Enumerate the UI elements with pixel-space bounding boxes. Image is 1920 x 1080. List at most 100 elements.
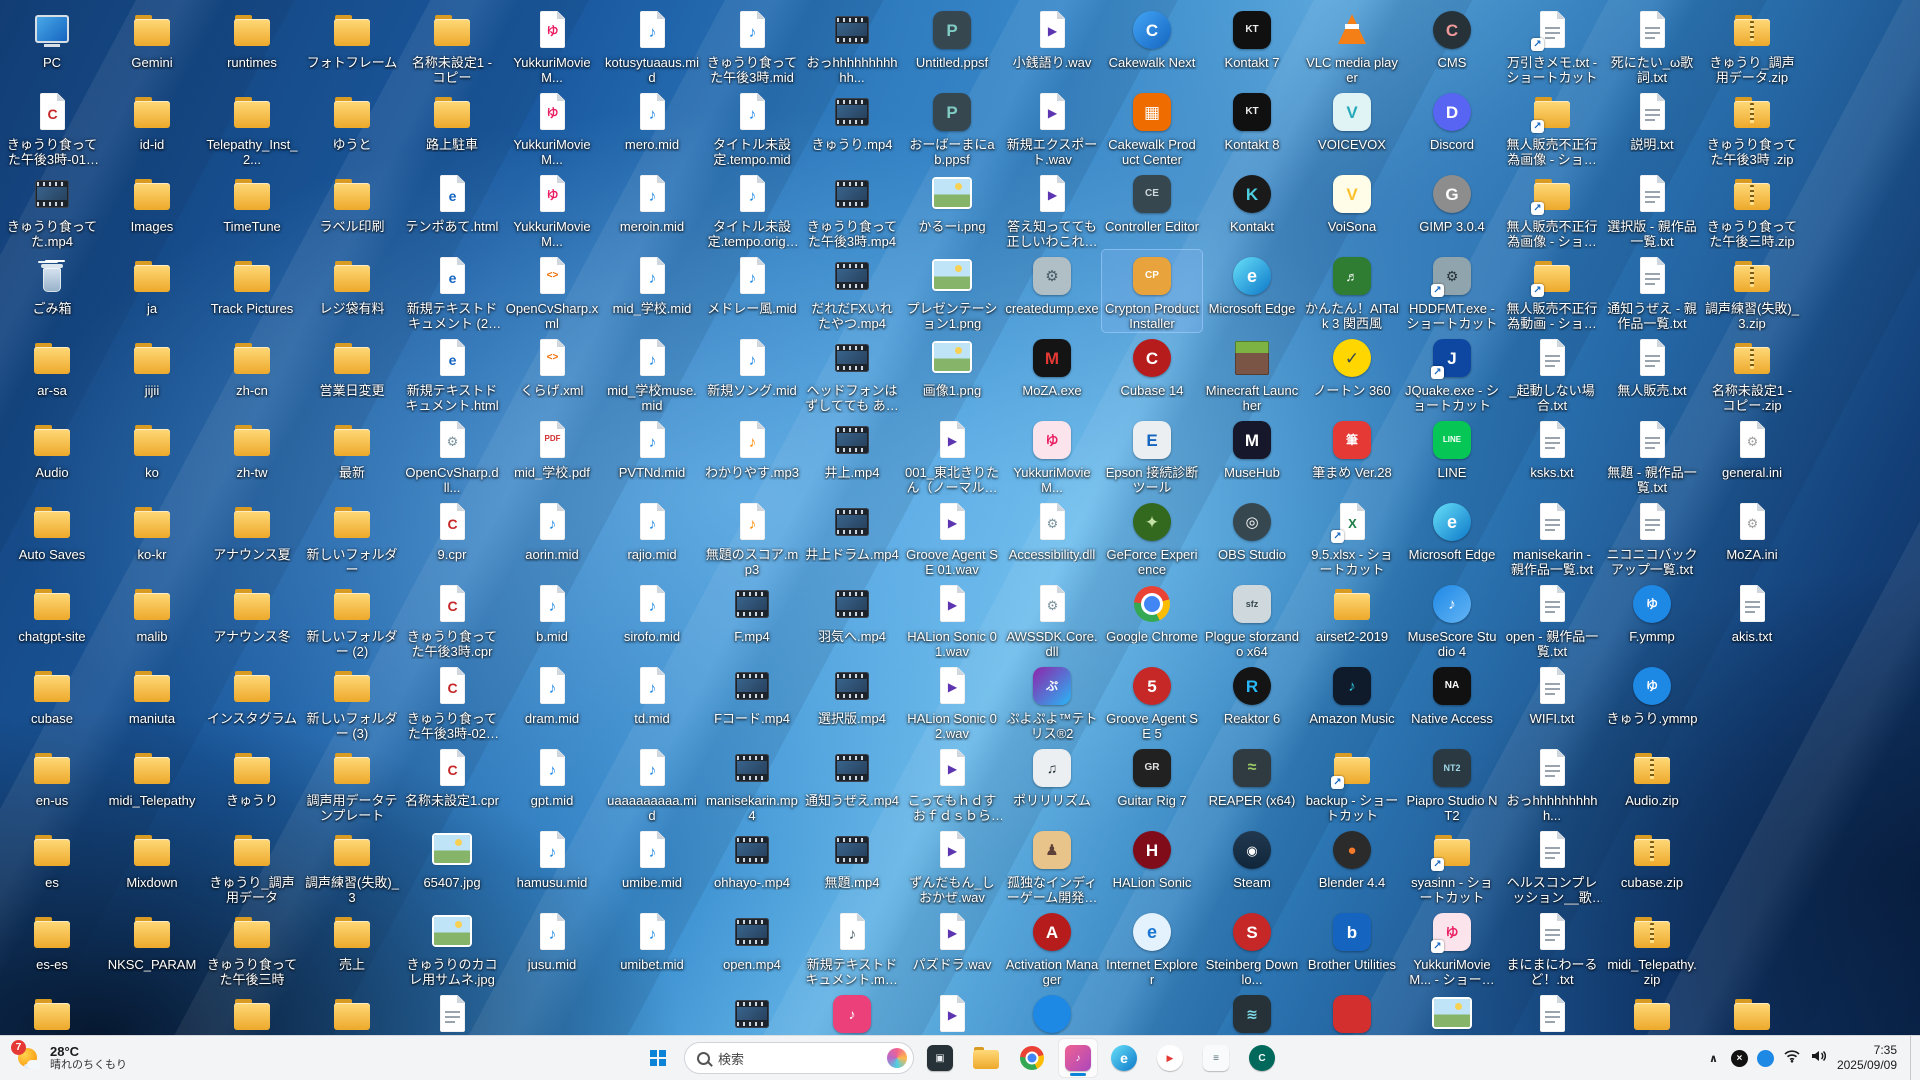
desktop-icon[interactable]: open - 親作品一覧.txt — [1502, 578, 1602, 660]
desktop-icon[interactable]: Telepathy_Inst_2... — [202, 86, 302, 168]
desktop-icon[interactable]: ゆうと — [302, 86, 402, 168]
desktop-icon[interactable]: runtimes — [202, 4, 302, 86]
desktop-icon[interactable]: 路上駐車 — [402, 86, 502, 168]
desktop-icon[interactable]: ♪ jusu.mid — [502, 906, 602, 988]
desktop-icon[interactable] — [402, 988, 502, 1036]
desktop-icon[interactable]: midi_Telepathy.zip — [1602, 906, 1702, 988]
desktop-icon[interactable]: cubase.zip — [1602, 824, 1702, 906]
desktop-icon[interactable]: だれだFXいれたやつ.mp4 — [802, 250, 902, 332]
desktop-icon[interactable]: ♪ Amazon Music — [1302, 660, 1402, 742]
desktop-icon[interactable]: ゆきゅうり.ymmp — [1602, 660, 1702, 742]
desktop-icon[interactable] — [1002, 988, 1102, 1036]
taskbar-app-edge[interactable]: e — [1104, 1038, 1144, 1078]
desktop-icon[interactable]: airset2-2019 — [1302, 578, 1402, 660]
desktop-icon[interactable]: レジ袋有料 — [302, 250, 402, 332]
desktop-icon[interactable]: ぷぷよぷよ™テトリス®2 — [1002, 660, 1102, 742]
desktop-icon[interactable]: ♪ mid_学校.mid — [602, 250, 702, 332]
desktop-icon[interactable]: sfz Plogue sforzando x64 — [1202, 578, 1302, 660]
desktop-icon[interactable]: Cきゅうり食ってた午後3時-02.cpr — [402, 660, 502, 742]
desktop-icon[interactable]: ▶ HALion Sonic 02.wav — [902, 660, 1002, 742]
desktop-icon[interactable]: en-us — [2, 742, 102, 824]
tray-app-2[interactable] — [1756, 1049, 1774, 1067]
desktop-icon[interactable]: フォトフレーム — [302, 4, 402, 86]
desktop-icon[interactable]: ♪ aorin.mid — [502, 496, 602, 578]
desktop-icon[interactable]: Images — [102, 168, 202, 250]
desktop-icon[interactable]: ko — [102, 414, 202, 496]
desktop-icon[interactable]: ♪ gpt.mid — [502, 742, 602, 824]
desktop-icon[interactable]: ♪ meroin.mid — [602, 168, 702, 250]
desktop-icon[interactable]: ♪ td.mid — [602, 660, 702, 742]
desktop-icon[interactable]: WIFI.txt — [1502, 660, 1602, 742]
desktop-icon[interactable]: ✓ ノートン 360 — [1302, 332, 1402, 414]
desktop-icon[interactable]: おっhhhhhhhhhh... — [1502, 742, 1602, 824]
tray-app-1[interactable]: × — [1730, 1049, 1748, 1067]
desktop-icon[interactable]: R Reaktor 6 — [1202, 660, 1302, 742]
desktop-icon[interactable]: ✦ GeForce Experience — [1102, 496, 1202, 578]
desktop-icon[interactable]: きゅうり — [202, 742, 302, 824]
wifi-icon[interactable] — [1783, 1049, 1801, 1068]
desktop-icon[interactable]: V VoiSona — [1302, 168, 1402, 250]
desktop-icon[interactable]: M MuseHub — [1202, 414, 1302, 496]
desktop-icon[interactable]: ▶ 新規エクスポート.wav — [1002, 86, 1102, 168]
desktop-icon[interactable]: e Microsoft Edge — [1202, 250, 1302, 332]
desktop-icon[interactable]: 5 Groove Agent SE 5 — [1102, 660, 1202, 742]
desktop-icon[interactable]: きゅうり食ってた午後3時 .zip — [1702, 86, 1802, 168]
desktop-icon[interactable]: 無人販売.txt — [1602, 332, 1702, 414]
desktop-icon[interactable]: ↗ 万引きメモ.txt - ショートカット — [1502, 4, 1602, 86]
desktop-icon[interactable]: 調声用データテンプレート — [302, 742, 402, 824]
desktop-icon[interactable]: e 新規テキストドキュメント.html — [402, 332, 502, 414]
desktop-icon[interactable]: ♪ umibe.mid — [602, 824, 702, 906]
desktop-icon[interactable] — [202, 988, 302, 1036]
desktop-icon[interactable]: ksks.txt — [1502, 414, 1602, 496]
desktop-icon[interactable]: 65407.jpg — [402, 824, 502, 906]
desktop-icon[interactable] — [2, 988, 102, 1036]
desktop-icon[interactable]: ♪ — [802, 988, 902, 1036]
desktop-icon[interactable]: ↗無人販売不正行為動画 - ショートカット — [1502, 250, 1602, 332]
desktop-icon[interactable]: ⚙ OpenCvSharp.dll... — [402, 414, 502, 496]
desktop-icon[interactable]: ♪ mero.mid — [602, 86, 702, 168]
desktop-icon[interactable]: NT2 Piapro Studio NT2 — [1402, 742, 1502, 824]
desktop-icon[interactable]: きゅうり食ってた午後三時 — [202, 906, 302, 988]
desktop-icon[interactable]: V VOICEVOX — [1302, 86, 1402, 168]
desktop-icon[interactable]: ⚙ MoZA.ini — [1702, 496, 1802, 578]
desktop-icon[interactable]: ⚙ ↗ HDDFMT.exe - ショートカット — [1402, 250, 1502, 332]
desktop-icon[interactable]: ゆ YukkuriMovieM... — [502, 4, 602, 86]
desktop-icon[interactable]: C 9.cpr — [402, 496, 502, 578]
desktop-icon[interactable]: ▶ ずんだもん_しおかぜ.wav — [902, 824, 1002, 906]
desktop-icon[interactable]: zh-cn — [202, 332, 302, 414]
desktop-icon[interactable]: zh-tw — [202, 414, 302, 496]
taskbar-app-media-player[interactable]: ▶ — [1150, 1038, 1190, 1078]
desktop-icon[interactable]: es — [2, 824, 102, 906]
desktop-icon[interactable]: 営業日変更 — [302, 332, 402, 414]
desktop-icon[interactable]: C きゅうり食ってた午後3時.cpr — [402, 578, 502, 660]
desktop-icon[interactable]: P おーばーまにab.ppsf — [902, 86, 1002, 168]
taskbar-app-chrome[interactable] — [1012, 1038, 1052, 1078]
desktop-icon[interactable]: ♬ かんたん！AITalk 3 関西風 — [1302, 250, 1402, 332]
desktop-icon[interactable]: b Brother Utilities — [1302, 906, 1402, 988]
desktop-icon[interactable]: id-id — [102, 86, 202, 168]
desktop-icon[interactable]: ↗ backup - ショートカット — [1302, 742, 1402, 824]
desktop-icon[interactable]: ko-kr — [102, 496, 202, 578]
desktop-icon[interactable]: _起動しない場合.txt — [1502, 332, 1602, 414]
desktop-icon[interactable]: Google Chrome — [1102, 578, 1202, 660]
desktop-icon[interactable]: es-es — [2, 906, 102, 988]
desktop-icon[interactable]: ◎ OBS Studio — [1202, 496, 1302, 578]
desktop-icon[interactable]: G GIMP 3.0.4 — [1402, 168, 1502, 250]
desktop-icon[interactable]: ヘルスコンプレッション__歌詞.txt — [1502, 824, 1602, 906]
desktop-icon[interactable]: 新しいフォルダー (3) — [302, 660, 402, 742]
desktop-icon[interactable]: アナウンス冬 — [202, 578, 302, 660]
desktop-icon[interactable]: GR Guitar Rig 7 — [1102, 742, 1202, 824]
desktop-icon[interactable]: ▶001_東北きりたん（ノーマル）_今しゃ... — [902, 414, 1002, 496]
desktop-icon[interactable]: ラベル印刷 — [302, 168, 402, 250]
desktop-icon[interactable]: ▶ — [902, 988, 1002, 1036]
desktop-icon[interactable]: ♪ わかりやす.mp3 — [702, 414, 802, 496]
desktop-icon[interactable]: ja — [102, 250, 202, 332]
desktop-icon[interactable]: ♪ b.mid — [502, 578, 602, 660]
desktop-icon[interactable]: ⚙ createdump.exe — [1002, 250, 1102, 332]
desktop-icon[interactable]: ● Blender 4.4 — [1302, 824, 1402, 906]
desktop-icon[interactable]: Gemini — [102, 4, 202, 86]
desktop-icon[interactable]: 無題.mp4 — [802, 824, 902, 906]
desktop-icon[interactable]: Mixdown — [102, 824, 202, 906]
desktop-icon[interactable]: 筆筆まめ Ver.28 — [1302, 414, 1402, 496]
desktop-icon[interactable]: きゅうり.mp4 — [802, 86, 902, 168]
